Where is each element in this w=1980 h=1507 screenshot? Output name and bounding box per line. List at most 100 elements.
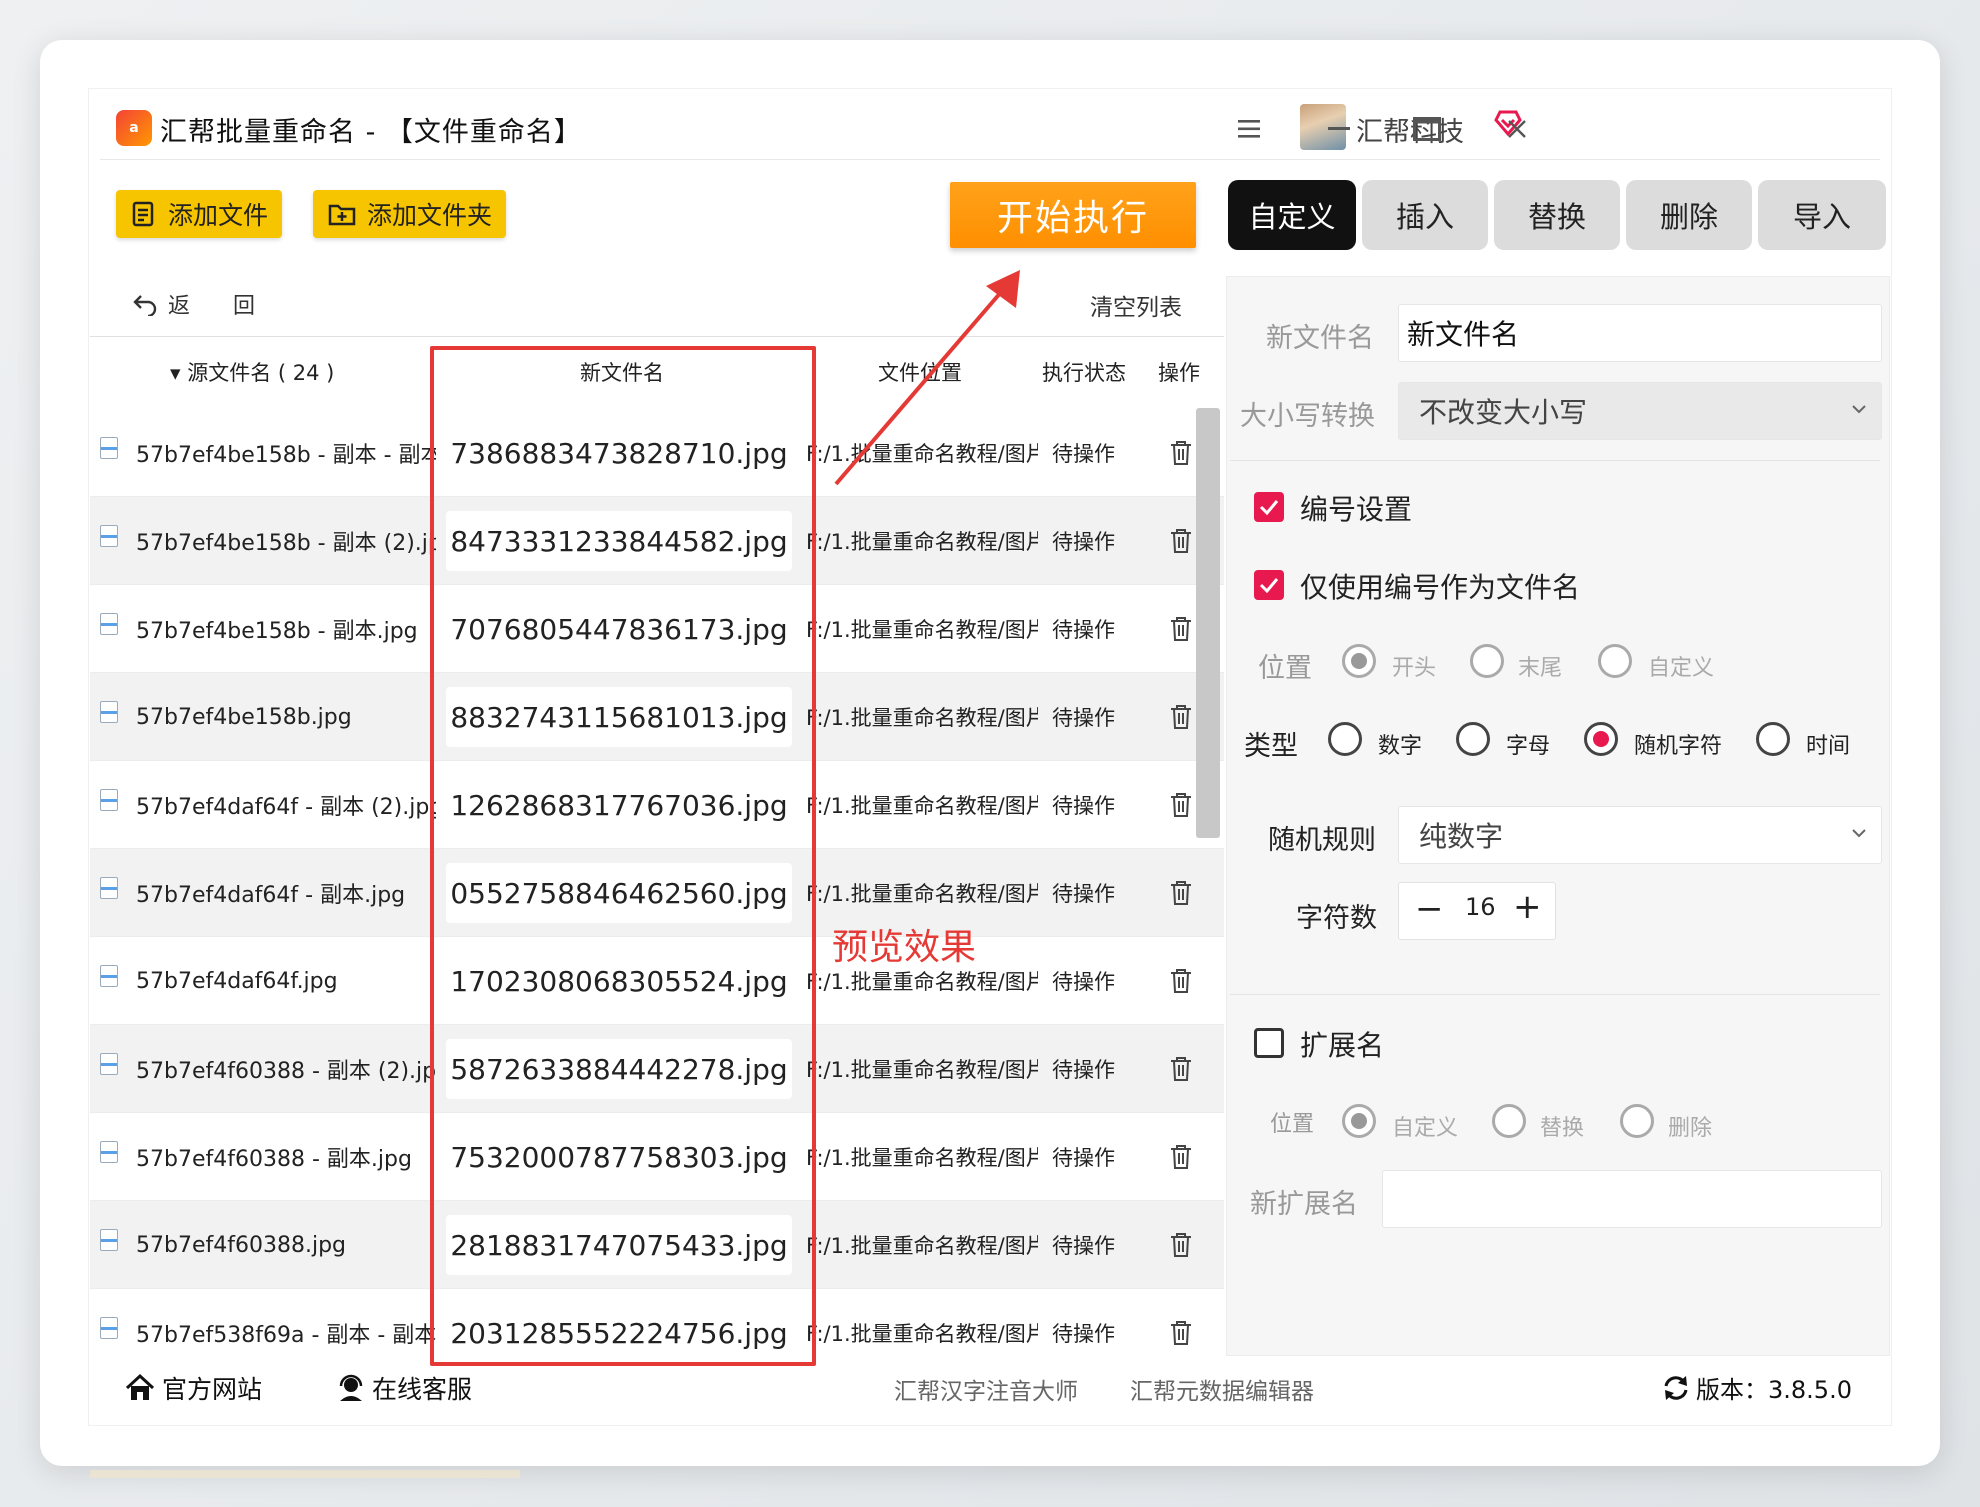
position-start-radio[interactable] <box>1342 644 1376 678</box>
official-website-link[interactable]: 官方网站 <box>124 1370 262 1406</box>
source-name: 57b7ef4f60388 - 副本 (2).jpg <box>136 1059 436 1084</box>
chevron-down-icon <box>1852 829 1866 838</box>
close-icon[interactable] <box>1496 108 1538 150</box>
ext-custom-radio[interactable] <box>1342 1104 1376 1138</box>
only-number-checkbox[interactable] <box>1254 570 1284 600</box>
new-filename-input[interactable]: 新文件名 <box>1398 304 1882 362</box>
position-custom-radio[interactable] <box>1598 644 1632 678</box>
char-count-value[interactable]: 16 <box>1465 893 1496 921</box>
start-execute-button[interactable]: 开始执行 <box>950 182 1196 248</box>
trash-icon[interactable] <box>1168 1231 1194 1259</box>
numbering-label[interactable]: 编号设置 <box>1300 488 1412 528</box>
file-location: F:/1.批量重命名教程/图片 <box>806 618 1038 642</box>
position-end-label: 末尾 <box>1518 656 1563 681</box>
chevron-down-icon <box>1852 405 1866 414</box>
headset-icon <box>339 1374 363 1401</box>
list-scrollbar[interactable] <box>1196 408 1220 838</box>
status-text: 待操作 <box>1052 794 1115 818</box>
version-info[interactable]: 版本：3.8.5.0 <box>1662 1370 1852 1405</box>
extension-checkbox[interactable] <box>1254 1028 1284 1058</box>
decrement-button[interactable]: − <box>1415 889 1444 929</box>
minimize-icon[interactable] <box>1318 108 1360 150</box>
app-logo-text: a <box>129 120 139 136</box>
status-text: 待操作 <box>1052 1322 1115 1346</box>
trash-icon[interactable] <box>1168 879 1194 907</box>
type-random-radio[interactable] <box>1584 722 1618 756</box>
back-arrow-icon <box>133 295 157 316</box>
source-name: 57b7ef4f60388 - 副本.jpg <box>136 1147 412 1172</box>
add-file-button[interactable]: 添加文件 <box>116 190 283 238</box>
trash-icon[interactable] <box>1168 1143 1194 1171</box>
ext-delete-radio[interactable] <box>1620 1104 1654 1138</box>
type-letter-label: 字母 <box>1506 734 1551 759</box>
random-rule-select[interactable]: 纯数字 <box>1398 806 1882 864</box>
case-conversion-value: 不改变大小写 <box>1419 396 1588 429</box>
trash-icon[interactable] <box>1168 967 1194 995</box>
image-file-icon <box>100 1317 118 1339</box>
column-source-name[interactable]: ▾ 源文件名 ( 24 ) <box>170 337 334 407</box>
menu-icon[interactable] <box>1228 108 1270 150</box>
trash-icon[interactable] <box>1168 791 1194 819</box>
official-website-label: 官方网站 <box>162 1375 263 1404</box>
trash-icon[interactable] <box>1168 615 1194 643</box>
title-bar: a 汇帮批量重命名 - 【文件重命名】 汇帮科技 <box>100 100 1880 160</box>
tab-delete[interactable]: 删除 <box>1626 180 1752 250</box>
source-name: 57b7ef4daf64f.jpg <box>136 968 338 994</box>
numbering-checkbox[interactable] <box>1254 492 1284 522</box>
preview-effect-label: 预览效果 <box>832 927 977 968</box>
app-link-pinyin[interactable]: 汇帮汉字注音大师 <box>894 1372 1078 1406</box>
tab-insert[interactable]: 插入 <box>1362 180 1488 250</box>
home-icon <box>125 1373 155 1400</box>
trash-icon[interactable] <box>1168 1055 1194 1083</box>
source-name: 57b7ef4be158b - 副本 - 副本.jpg <box>136 443 436 468</box>
trash-icon[interactable] <box>1168 1319 1194 1347</box>
trash-icon[interactable] <box>1168 703 1194 731</box>
add-folder-button[interactable]: 添加文件夹 <box>313 190 507 238</box>
type-letter-radio[interactable] <box>1456 722 1490 756</box>
app-logo-icon: a <box>116 110 152 146</box>
random-rule-label: 随机规则 <box>1268 825 1376 856</box>
type-time-radio[interactable] <box>1756 722 1790 756</box>
char-count-stepper: − 16 + <box>1398 882 1556 940</box>
only-number-label[interactable]: 仅使用编号作为文件名 <box>1300 566 1580 606</box>
tab-import[interactable]: 导入 <box>1758 180 1886 250</box>
status-text: 待操作 <box>1052 706 1115 730</box>
trash-icon[interactable] <box>1168 439 1194 467</box>
back-label: 返 回 <box>168 294 273 319</box>
status-text: 待操作 <box>1052 970 1115 994</box>
source-name: 57b7ef4f60388.jpg <box>136 1232 346 1258</box>
tab-custom[interactable]: 自定义 <box>1228 180 1356 250</box>
status-text: 待操作 <box>1052 1058 1115 1082</box>
online-support-link[interactable]: 在线客服 <box>336 1370 472 1406</box>
new-extension-input[interactable] <box>1382 1170 1882 1228</box>
tab-replace[interactable]: 替换 <box>1494 180 1620 250</box>
clear-list-button[interactable]: 清空列表 <box>1090 288 1182 322</box>
source-name: 57b7ef538f69a - 副本 - 副本.jpg <box>136 1323 436 1348</box>
trash-icon[interactable] <box>1168 527 1194 555</box>
app-title: 汇帮批量重命名 - 【文件重命名】 <box>160 117 582 148</box>
file-location: F:/1.批量重命名教程/图片 <box>806 1058 1038 1082</box>
status-text: 待操作 <box>1052 1234 1115 1258</box>
ext-position-label: 位置 <box>1270 1112 1315 1137</box>
annotation-arrow-icon <box>834 270 1020 486</box>
app-link-metadata[interactable]: 汇帮元数据编辑器 <box>1130 1372 1314 1406</box>
maximize-icon[interactable] <box>1406 108 1448 150</box>
back-button[interactable]: 返 回 <box>132 288 273 320</box>
online-support-label: 在线客服 <box>372 1375 473 1404</box>
position-end-radio[interactable] <box>1470 644 1504 678</box>
case-conversion-select[interactable]: 不改变大小写 <box>1398 382 1882 440</box>
file-location: F:/1.批量重命名教程/图片 <box>806 1322 1038 1346</box>
position-start-label: 开头 <box>1392 656 1437 681</box>
ext-replace-radio[interactable] <box>1492 1104 1526 1138</box>
type-random-label: 随机字符 <box>1634 734 1723 759</box>
image-file-icon <box>100 1229 118 1251</box>
ext-custom-label: 自定义 <box>1392 1116 1459 1141</box>
type-number-radio[interactable] <box>1328 722 1362 756</box>
increment-button[interactable]: + <box>1513 887 1542 927</box>
type-time-label: 时间 <box>1806 734 1851 759</box>
position-custom-label: 自定义 <box>1648 656 1715 681</box>
status-text: 待操作 <box>1052 530 1115 554</box>
add-file-label: 添加文件 <box>168 201 269 230</box>
extension-label[interactable]: 扩展名 <box>1300 1024 1384 1064</box>
image-file-icon <box>100 965 118 987</box>
